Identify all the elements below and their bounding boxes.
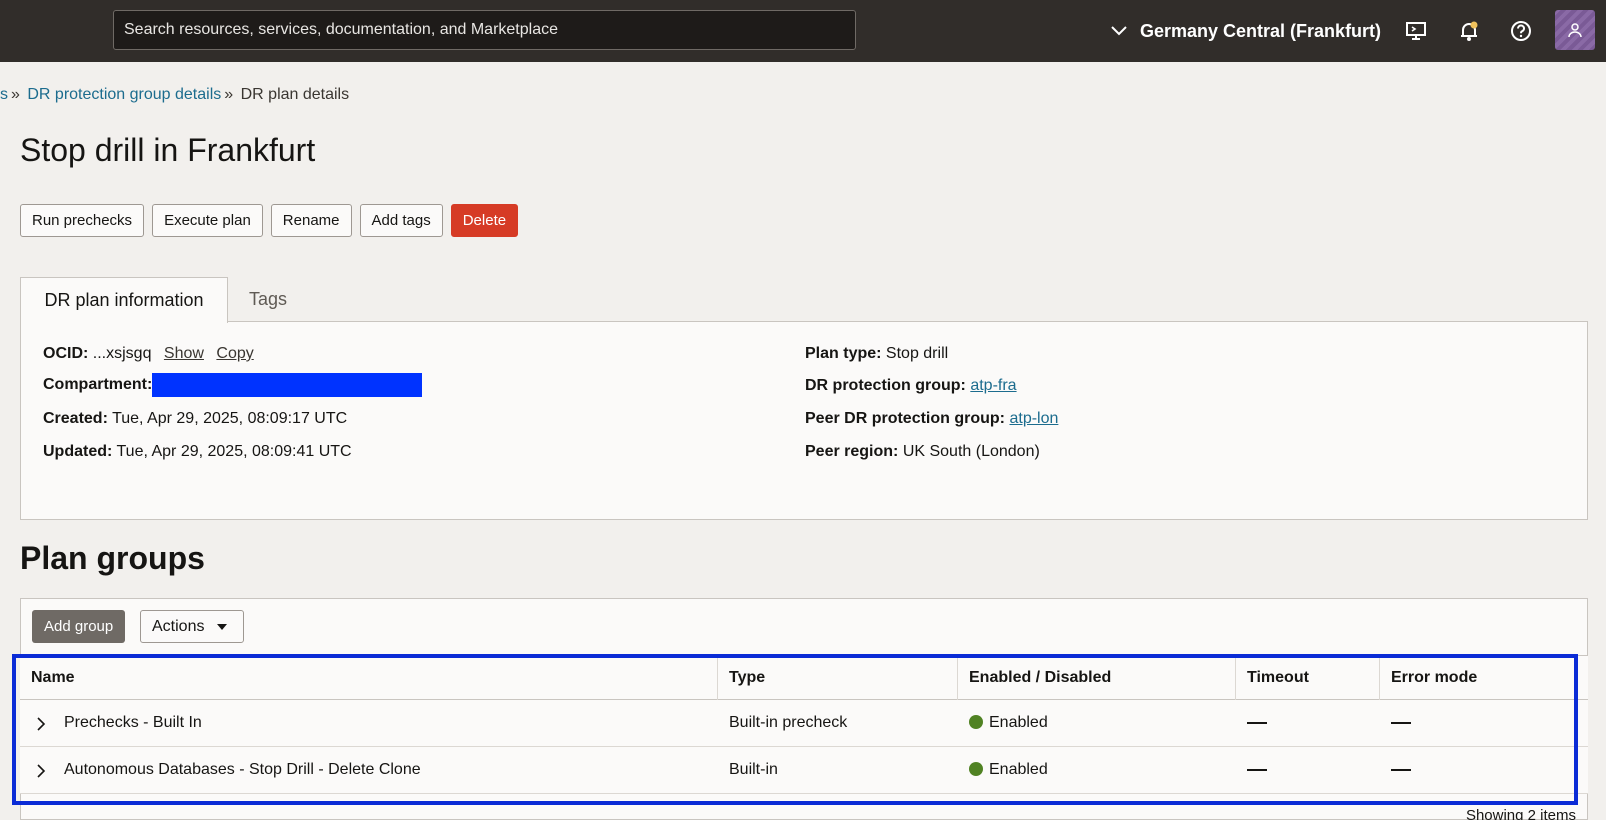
help-icon[interactable] xyxy=(1507,17,1535,45)
empty-value-dash xyxy=(1391,768,1411,771)
updated-value: Tue, Apr 29, 2025, 08:09:41 UTC xyxy=(116,443,352,460)
chevron-right-icon[interactable] xyxy=(36,717,46,731)
plan-type-label: Plan type: xyxy=(805,345,882,362)
dr-plan-information-panel: OCID: ...xsjsgq Show Copy Compartment: C… xyxy=(20,321,1588,520)
breadcrumb-separator: » xyxy=(224,86,234,103)
row-status: Enabled xyxy=(969,700,1048,746)
tab-dr-plan-information[interactable]: DR plan information xyxy=(20,277,228,323)
search-input[interactable]: Search resources, services, documentatio… xyxy=(113,10,856,50)
ocid-label: OCID: xyxy=(43,345,89,362)
empty-value-dash xyxy=(1391,721,1411,724)
breadcrumb-item-current: DR plan details xyxy=(240,86,350,103)
status-dot-icon xyxy=(969,762,983,776)
delete-button[interactable]: Delete xyxy=(450,204,519,237)
top-navigation-bar: Search resources, services, documentatio… xyxy=(0,0,1606,62)
chevron-down-icon xyxy=(1111,26,1127,36)
chevron-right-icon[interactable] xyxy=(36,764,46,778)
row-status: Enabled xyxy=(969,747,1048,793)
empty-value-dash xyxy=(1247,768,1267,771)
updated-label: Updated: xyxy=(43,443,113,460)
row-actions-kebab-icon[interactable] xyxy=(1575,762,1578,778)
row-type: Built-in precheck xyxy=(729,714,848,731)
run-prechecks-button[interactable]: Run prechecks xyxy=(20,204,145,237)
created-row: Created: Tue, Apr 29, 2025, 08:09:17 UTC xyxy=(43,410,347,428)
table-header: Name Type Enabled / Disabled Timeout Err… xyxy=(20,655,1588,700)
ocid-show-link[interactable]: Show xyxy=(164,345,204,362)
row-error-mode xyxy=(1391,747,1411,793)
breadcrumb-separator: » xyxy=(11,86,20,103)
created-label: Created: xyxy=(43,410,108,427)
dr-protection-group-link[interactable]: atp-fra xyxy=(970,377,1016,394)
peer-dr-protection-group-label: Peer DR protection group: xyxy=(805,410,1006,427)
plan-type-row: Plan type: Stop drill xyxy=(805,345,948,363)
breadcrumb-item-dr-protection-group[interactable]: DR protection group details xyxy=(27,86,221,103)
column-header-enabled[interactable]: Enabled / Disabled xyxy=(958,656,1236,700)
breadcrumb: s» DR protection group details» DR plan … xyxy=(0,86,349,104)
breadcrumb-item-previous[interactable]: s xyxy=(0,86,8,103)
user-icon xyxy=(1568,23,1582,38)
row-timeout xyxy=(1247,747,1267,793)
plan-groups-title: Plan groups xyxy=(20,540,205,576)
action-buttons: Run prechecks Execute plan Rename Add ta… xyxy=(20,204,519,237)
compartment-label: Compartment: xyxy=(43,376,153,394)
column-header-timeout[interactable]: Timeout xyxy=(1236,656,1380,700)
notifications-bell-icon[interactable] xyxy=(1455,17,1483,45)
row-error-mode xyxy=(1391,700,1411,746)
peer-region-label: Peer region: xyxy=(805,443,899,460)
page-title: Stop drill in Frankfurt xyxy=(20,132,316,168)
column-header-type[interactable]: Type xyxy=(718,656,958,700)
region-selector[interactable]: Germany Central (Frankfurt) xyxy=(1110,0,1381,62)
table-row: Prechecks - Built In Built-in precheck E… xyxy=(20,700,1588,747)
column-header-name[interactable]: Name xyxy=(20,656,718,700)
column-header-error-mode[interactable]: Error mode xyxy=(1380,656,1588,700)
ocid-copy-link[interactable]: Copy xyxy=(216,345,253,362)
row-type: Built-in xyxy=(729,761,778,778)
table-item-count: Showing 2 items xyxy=(1465,807,1576,820)
ocid-value: ...xsjsgq xyxy=(92,345,152,362)
updated-row: Updated: Tue, Apr 29, 2025, 08:09:41 UTC xyxy=(43,443,352,461)
row-timeout xyxy=(1247,700,1267,746)
actions-menu-button[interactable]: Actions xyxy=(140,610,244,643)
dr-protection-group-label: DR protection group: xyxy=(805,377,966,394)
add-group-button[interactable]: Add group xyxy=(32,610,126,643)
rename-button[interactable]: Rename xyxy=(270,204,352,237)
peer-dr-protection-group-link[interactable]: atp-lon xyxy=(1009,410,1058,427)
empty-value-dash xyxy=(1247,721,1267,724)
peer-region-row: Peer region: UK South (London) xyxy=(805,443,1040,461)
ocid-row: OCID: ...xsjsgq Show Copy xyxy=(43,345,254,363)
execute-plan-button[interactable]: Execute plan xyxy=(152,204,263,237)
compartment-redacted-value xyxy=(152,373,423,397)
row-name: Prechecks - Built In xyxy=(64,714,202,731)
compartment-row: Compartment: xyxy=(43,373,423,397)
caret-down-icon xyxy=(217,624,227,630)
actions-menu-label: Actions xyxy=(152,618,205,635)
row-status-label: Enabled xyxy=(989,761,1048,778)
region-label: Germany Central (Frankfurt) xyxy=(1140,20,1382,41)
plan-type-value: Stop drill xyxy=(885,345,949,362)
user-avatar[interactable] xyxy=(1555,10,1595,50)
row-status-label: Enabled xyxy=(989,714,1048,731)
peer-region-value: UK South (London) xyxy=(902,443,1040,460)
peer-dr-protection-group-row: Peer DR protection group: atp-lon xyxy=(805,410,1058,428)
row-name: Autonomous Databases - Stop Drill - Dele… xyxy=(64,761,421,778)
status-dot-icon xyxy=(969,715,983,729)
add-tags-button[interactable]: Add tags xyxy=(359,204,443,237)
cloud-shell-icon[interactable] xyxy=(1402,17,1430,45)
dr-protection-group-row: DR protection group: atp-fra xyxy=(805,377,1017,395)
row-actions-kebab-icon[interactable] xyxy=(1575,715,1578,731)
table-row: Autonomous Databases - Stop Drill - Dele… xyxy=(20,747,1588,794)
created-value: Tue, Apr 29, 2025, 08:09:17 UTC xyxy=(112,410,348,427)
tab-tags[interactable]: Tags xyxy=(228,277,308,321)
